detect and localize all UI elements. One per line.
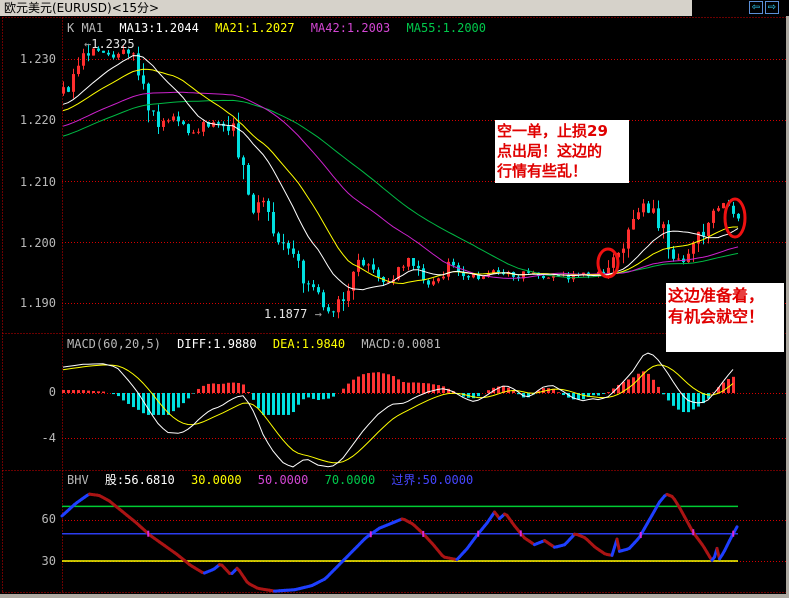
macd-y-label: -4 — [41, 431, 56, 445]
legend-macd-value: MACD:0.0081 — [361, 337, 441, 351]
legend-bhv-main: 股:56.6810 — [104, 473, 175, 487]
main-y-label: 1.200 — [19, 236, 56, 250]
bhv-y-label: 30 — [41, 554, 56, 568]
legend-ma42: MA42:1.2003 — [310, 21, 391, 35]
main-y-label: 1.230 — [19, 52, 56, 66]
pointer-right-icon: → — [314, 307, 322, 321]
legend-bhv-50: 50.0000 — [257, 473, 309, 487]
low-price-label: 1.1877 → — [264, 307, 322, 321]
legend-ma13: MA13:1.2044 — [119, 21, 199, 35]
macd-legend: MACD(60,20,5) DIFF:1.9880 DEA:1.9840 MAC… — [67, 337, 450, 351]
title-bar: 欧元美元(EURUSD)<15分> ⇦ ⇨ — [0, 0, 789, 16]
macd-y-label: 0 — [48, 385, 56, 399]
main-y-label: 1.210 — [19, 175, 56, 189]
legend-diff: DIFF:1.9880 — [177, 337, 257, 351]
main-y-label: 1.220 — [19, 113, 56, 127]
legend-macd-name: MACD(60,20,5) — [67, 337, 161, 351]
bhv-legend: BHV 股:56.6810 30.0000 50.0000 70.0000 过界… — [67, 473, 482, 487]
nav-prev-button[interactable]: ⇦ — [749, 1, 763, 14]
window-frame-bottom — [0, 594, 789, 598]
legend-bhv-guojie: 过界:50.0000 — [391, 473, 474, 487]
legend-bhv-30: 30.0000 — [190, 473, 242, 487]
annotation-ready-to-short-note: 这边准备着， 有机会就空！ — [666, 283, 784, 352]
annotation-stop-loss-note: 空一单，止损29 点出局！这边的 行情有些乱！ — [495, 120, 629, 183]
arrow-left-icon: ⇦ — [751, 2, 761, 13]
main-y-label: 1.190 — [19, 296, 56, 310]
legend-bhv-name: BHV — [67, 473, 89, 487]
main-chart-legend: K MA1 MA13:1.2044 MA21:1.2027 MA42:1.200… — [67, 21, 495, 35]
legend-indicator-name: K MA1 — [67, 21, 104, 35]
trading-app-window: 欧元美元(EURUSD)<15分> ⇦ ⇨ K MA1 MA13:1.2044 … — [0, 0, 789, 598]
legend-dea: DEA:1.9840 — [272, 337, 346, 351]
legend-ma21: MA21:1.2027 — [215, 21, 295, 35]
nav-next-button[interactable]: ⇨ — [765, 1, 779, 14]
legend-ma55: MA55:1.2000 — [406, 21, 486, 35]
window-title: 欧元美元(EURUSD)<15分> — [4, 1, 160, 15]
peak-price-label: ←1.2325 — [84, 37, 135, 51]
legend-bhv-70: 70.0000 — [324, 473, 376, 487]
bhv-y-label: 60 — [41, 512, 56, 526]
arrow-right-icon: ⇨ — [767, 2, 777, 13]
